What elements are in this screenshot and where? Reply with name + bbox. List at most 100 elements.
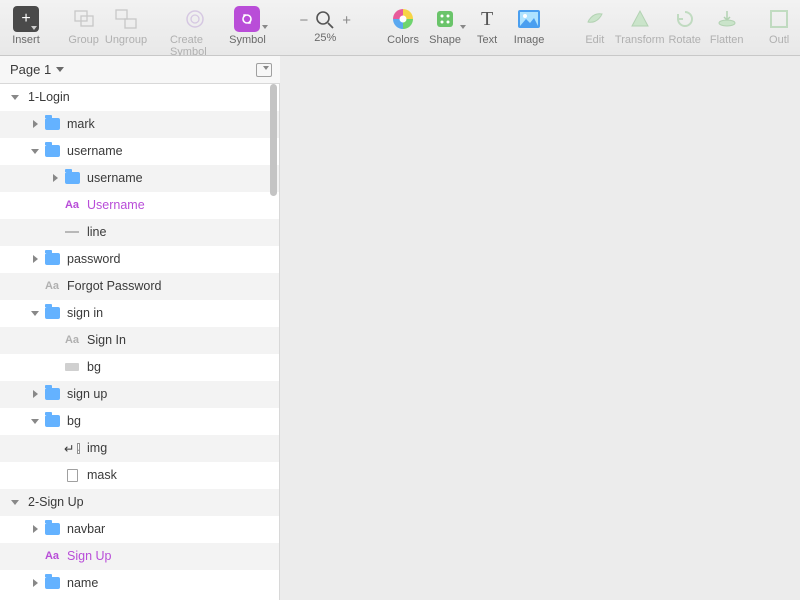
text-layer-icon: Aa xyxy=(45,280,59,292)
disclosure-triangle[interactable] xyxy=(30,578,40,588)
layer-name: 2-Sign Up xyxy=(28,495,84,509)
flatten-icon xyxy=(714,6,740,32)
layer-row[interactable]: Aa Sign Up xyxy=(0,543,279,570)
layer-name: navbar xyxy=(67,522,105,536)
layer-name: bg xyxy=(87,360,101,374)
zoom-control[interactable]: − + 25% xyxy=(293,4,357,44)
layer-row[interactable]: mask xyxy=(0,462,279,489)
layer-name: Username xyxy=(87,198,145,212)
layer-row[interactable]: line xyxy=(0,219,279,246)
disclosure-triangle[interactable] xyxy=(10,92,20,102)
layer-name: mask xyxy=(87,468,117,482)
layer-row[interactable]: password xyxy=(0,246,279,273)
folder-icon xyxy=(45,415,60,427)
folder-icon xyxy=(45,145,60,157)
layer-row[interactable]: sign up xyxy=(0,381,279,408)
shape-icon xyxy=(432,6,458,32)
zoom-out-icon[interactable]: − xyxy=(297,12,312,29)
layer-row[interactable]: bg xyxy=(0,408,279,435)
text-layer-icon: Aa xyxy=(65,334,79,346)
zoom-icon xyxy=(315,10,335,30)
create-symbol-button[interactable]: Create Symbol xyxy=(164,4,226,58)
symbol-icon xyxy=(234,6,260,32)
layer-name: Forgot Password xyxy=(67,279,161,293)
group-button[interactable]: Group xyxy=(64,4,104,46)
layer-row[interactable]: username xyxy=(0,165,279,192)
group-icon xyxy=(71,6,97,32)
text-layer-icon: Aa xyxy=(45,550,59,562)
page-label: Page 1 xyxy=(10,62,51,77)
folder-icon xyxy=(45,307,60,319)
layer-name: sign up xyxy=(67,387,107,401)
insert-icon: + xyxy=(13,6,39,32)
layer-name: username xyxy=(67,144,123,158)
disclosure-triangle[interactable] xyxy=(30,146,40,156)
layer-row[interactable]: bg xyxy=(0,354,279,381)
pages-panel-icon[interactable] xyxy=(256,63,272,77)
outline-icon xyxy=(766,6,792,32)
layer-row[interactable]: navbar xyxy=(0,516,279,543)
chevron-down-icon xyxy=(56,67,64,72)
artboard-row[interactable]: 1-Login xyxy=(0,84,279,111)
layer-row[interactable]: sign in xyxy=(0,300,279,327)
folder-icon xyxy=(65,172,80,184)
layer-name: mark xyxy=(67,117,95,131)
layer-name: line xyxy=(87,225,106,239)
colors-button[interactable]: Colors xyxy=(383,4,423,46)
folder-icon xyxy=(45,388,60,400)
layer-list[interactable]: 1-Login mark username username Aa Username lin… xyxy=(0,84,279,600)
image-button[interactable]: Image xyxy=(509,4,549,46)
text-icon: T xyxy=(474,6,500,32)
rotate-icon xyxy=(672,6,698,32)
ungroup-button[interactable]: Ungroup xyxy=(106,4,147,46)
workspace: Page 1 1-Login mark username username Aa User… xyxy=(0,56,800,600)
flatten-button[interactable]: Flatten xyxy=(707,4,747,46)
create-symbol-icon xyxy=(182,6,208,32)
layer-row[interactable]: ↵img xyxy=(0,435,279,462)
disclosure-triangle[interactable] xyxy=(30,389,40,399)
shape-button[interactable]: Shape xyxy=(425,4,465,46)
layer-row[interactable]: Aa Username xyxy=(0,192,279,219)
outline-button[interactable]: Outl xyxy=(764,4,794,46)
folder-icon xyxy=(45,523,60,535)
page-selector[interactable]: Page 1 xyxy=(0,56,280,84)
colors-icon xyxy=(390,6,416,32)
folder-icon xyxy=(45,253,60,265)
layer-row[interactable]: name xyxy=(0,570,279,597)
insert-button[interactable]: + Insert xyxy=(6,4,46,46)
layer-row[interactable]: username xyxy=(0,138,279,165)
layer-name: name xyxy=(67,576,98,590)
line-layer-icon xyxy=(65,231,79,233)
layer-name: Sign Up xyxy=(67,549,111,563)
image-icon xyxy=(516,6,542,32)
text-button[interactable]: T Text xyxy=(467,4,507,46)
symbol-button[interactable]: Symbol xyxy=(227,4,267,46)
zoom-in-icon[interactable]: + xyxy=(339,12,354,29)
layer-name: password xyxy=(67,252,121,266)
canvas[interactable] xyxy=(280,56,800,600)
disclosure-triangle[interactable] xyxy=(30,416,40,426)
disclosure-triangle[interactable] xyxy=(30,119,40,129)
layer-row[interactable]: mark xyxy=(0,111,279,138)
text-layer-icon: Aa xyxy=(65,199,79,211)
disclosure-triangle[interactable] xyxy=(50,173,60,183)
disclosure-triangle[interactable] xyxy=(30,524,40,534)
disclosure-triangle[interactable] xyxy=(30,308,40,318)
scrollbar-thumb[interactable] xyxy=(270,84,277,196)
layer-name: bg xyxy=(67,414,81,428)
layer-row[interactable]: Aa Forgot Password xyxy=(0,273,279,300)
disclosure-triangle[interactable] xyxy=(30,254,40,264)
image-layer-icon xyxy=(77,443,80,454)
layer-name: 1-Login xyxy=(28,90,70,104)
disclosure-triangle[interactable] xyxy=(10,497,20,507)
layer-row[interactable]: AaSign In xyxy=(0,327,279,354)
layer-name: sign in xyxy=(67,306,103,320)
ungroup-icon xyxy=(113,6,139,32)
artboard-row[interactable]: 2-Sign Up xyxy=(0,489,279,516)
rotate-button[interactable]: Rotate xyxy=(665,4,705,46)
edit-button[interactable]: Edit xyxy=(575,4,615,46)
transform-button[interactable]: Transform xyxy=(617,4,663,46)
layers-sidebar: Page 1 1-Login mark username username Aa User… xyxy=(0,56,280,600)
edit-icon xyxy=(582,6,608,32)
transform-icon xyxy=(627,6,653,32)
